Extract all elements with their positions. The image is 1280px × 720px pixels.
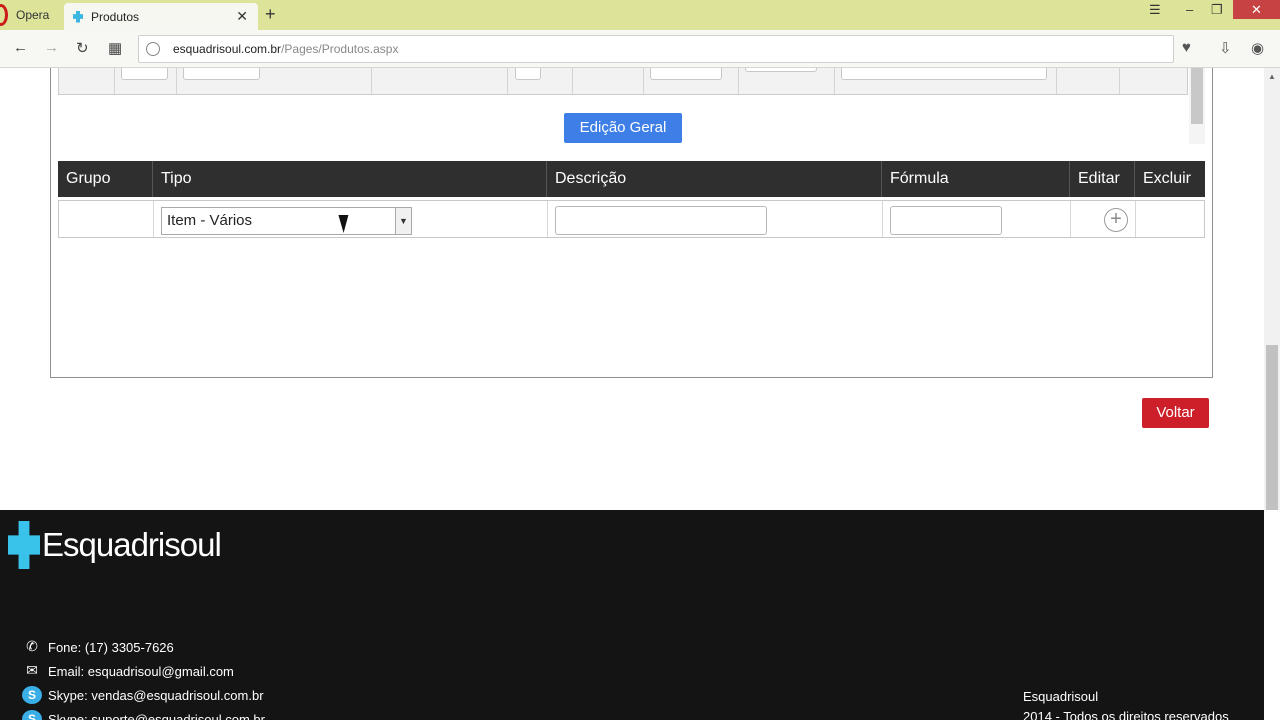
scroll-up-icon[interactable]: ▲ <box>1268 72 1276 81</box>
brand-cross-icon <box>8 521 40 569</box>
new-tab-icon[interactable]: + <box>265 4 276 25</box>
opera-logo-icon <box>0 4 8 26</box>
edicao-geral-button[interactable]: Edição Geral <box>564 113 682 143</box>
email-text: Email: esquadrisoul@gmail.com <box>48 663 234 679</box>
header-descricao: Descrição <box>547 161 882 197</box>
tab-close-icon[interactable]: ✕ <box>236 8 248 25</box>
back-icon[interactable]: ← <box>13 39 28 56</box>
url-field[interactable]: esquadrisoul.com.br /Pages/Produtos.aspx <box>138 35 1174 63</box>
header-formula: Fórmula <box>882 161 1070 197</box>
favicon-icon <box>73 10 83 23</box>
footer-rights: 2014 - Todos os direitos reservados <box>1023 709 1229 720</box>
contact-skype-support: S Skype: suporte@esquadrisoul.com.br <box>22 710 265 720</box>
upper-cell <box>59 68 115 94</box>
upper-checkbox[interactable] <box>515 68 541 80</box>
minimize-icon[interactable]: – <box>1186 2 1193 17</box>
reload-icon[interactable]: ↻ <box>76 39 89 57</box>
mail-icon: ✉ <box>26 662 38 678</box>
opera-menu-label: Opera <box>16 8 50 22</box>
header-editar: Editar <box>1070 161 1135 197</box>
header-grupo: Grupo <box>58 161 153 197</box>
site-info-icon[interactable] <box>146 42 160 56</box>
opera-menu-button[interactable]: Opera <box>0 0 62 30</box>
download-icon[interactable]: ⇩ <box>1219 39 1232 57</box>
formula-input[interactable] <box>890 206 1002 235</box>
tipo-select[interactable]: Item - Vários ▼ <box>161 207 412 235</box>
window-close-icon[interactable]: ✕ <box>1233 0 1280 19</box>
url-host: esquadrisoul.com.br <box>173 42 282 56</box>
tab-menu-icon[interactable]: ☰ <box>1149 2 1161 18</box>
add-icon[interactable]: + <box>1104 208 1128 232</box>
tab-title: Produtos <box>91 9 140 24</box>
tab-produtos[interactable]: Produtos ✕ <box>64 3 258 30</box>
voltar-button[interactable]: Voltar <box>1142 398 1209 428</box>
footer: Esquadrisoul ✆ Fone: (17) 3305-7626 ✉ Em… <box>0 510 1264 720</box>
chevron-down-icon[interactable]: ▼ <box>395 208 411 234</box>
address-toolbar: ← → ↻ ▦ esquadrisoul.com.br /Pages/Produ… <box>0 30 1280 68</box>
speed-dial-icon[interactable]: ▦ <box>108 39 122 57</box>
skype-support-text: Skype: suporte@esquadrisoul.com.br <box>48 711 265 720</box>
skype-sales-text: Skype: vendas@esquadrisoul.com.br <box>48 687 264 703</box>
upper-cell <box>372 68 508 94</box>
forward-icon[interactable]: → <box>44 39 59 56</box>
contact-email: ✉ Email: esquadrisoul@gmail.com <box>22 662 234 680</box>
restore-icon[interactable]: ❐ <box>1211 2 1223 18</box>
browser-tab-strip: Opera Produtos ✕ + ☰ – ❐ ✕ <box>0 0 1280 30</box>
cell-grupo <box>59 201 154 237</box>
upper-input[interactable] <box>183 68 260 80</box>
url-path: /Pages/Produtos.aspx <box>281 42 399 56</box>
footer-company: Esquadrisoul <box>1023 689 1099 704</box>
grid-header: Grupo Tipo Descrição Fórmula Editar Excl… <box>58 161 1205 197</box>
skype-icon: S <box>22 686 42 704</box>
account-icon[interactable]: ◉ <box>1251 39 1264 57</box>
inner-scrollbar-thumb[interactable] <box>1191 68 1203 124</box>
contact-phone: ✆ Fone: (17) 3305-7626 <box>22 638 174 656</box>
skype-icon: S <box>22 710 42 720</box>
page-scrollbar-thumb[interactable] <box>1266 345 1278 510</box>
brand-name: Esquadrisoul <box>42 526 222 563</box>
tipo-select-value: Item - Vários <box>167 212 253 229</box>
upper-cell <box>573 68 644 94</box>
phone-text: Fone: (17) 3305-7626 <box>48 639 174 655</box>
upper-select[interactable] <box>841 68 1047 80</box>
upper-grid-row <box>58 68 1188 95</box>
header-tipo: Tipo <box>153 161 547 197</box>
heart-icon[interactable]: ♥ <box>1182 39 1191 56</box>
upper-input[interactable] <box>650 68 722 80</box>
phone-icon: ✆ <box>26 638 38 654</box>
footer-logo: Esquadrisoul <box>8 521 222 569</box>
contact-skype-sales: S Skype: vendas@esquadrisoul.com.br <box>22 686 264 704</box>
descricao-input[interactable] <box>555 206 767 235</box>
upper-input[interactable] <box>745 68 817 72</box>
header-excluir: Excluir <box>1143 170 1192 187</box>
upper-input[interactable] <box>121 68 168 80</box>
upper-cell <box>1057 68 1120 94</box>
